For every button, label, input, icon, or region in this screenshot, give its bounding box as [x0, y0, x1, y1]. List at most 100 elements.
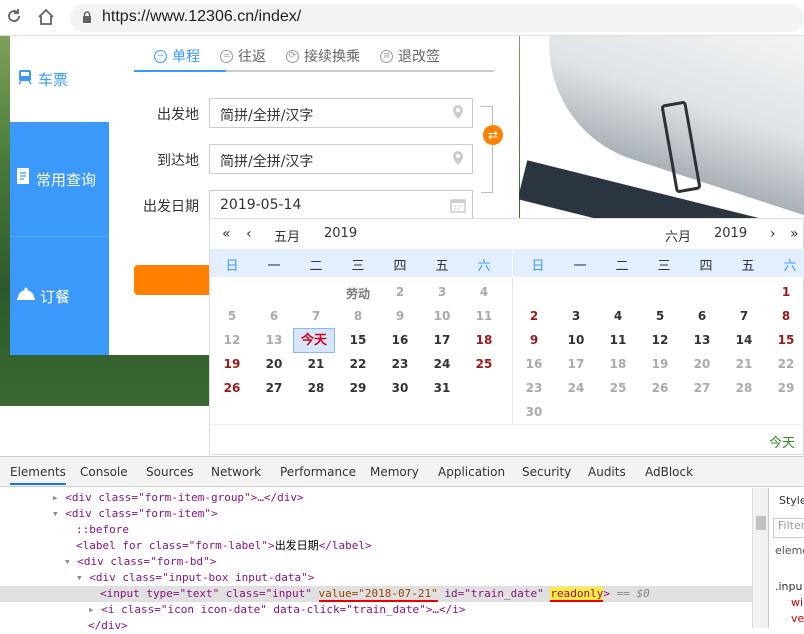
calendar-day[interactable]: 25 [597, 381, 639, 395]
calendar-day[interactable]: 8 [337, 309, 379, 323]
dom-node-selected[interactable]: <input type="text" class="input" value="… [0, 586, 752, 602]
calendar-day[interactable]: 31 [421, 381, 463, 395]
calendar-day[interactable]: 8 [765, 309, 804, 323]
home-icon[interactable] [36, 8, 56, 28]
swap-stations-icon[interactable]: ⇄ [483, 125, 503, 145]
calendar-day[interactable]: 30 [379, 381, 421, 395]
sidebar-item-meal[interactable]: 订餐 [10, 237, 109, 355]
sidebar-item-tickets[interactable]: 车票 [10, 36, 109, 122]
dom-node[interactable]: ▸ <i class="icon icon-date" data-click="… [88, 602, 804, 618]
calendar-day[interactable]: 9 [513, 333, 555, 347]
dom-node[interactable]: ▾ <div class="form-item"> [52, 506, 804, 522]
scroll-thumb[interactable] [756, 516, 766, 530]
calendar-day[interactable]: 3 [421, 285, 463, 299]
calendar-day[interactable]: 12 [211, 333, 253, 347]
today-link[interactable]: 今天 [769, 432, 795, 451]
tab-transfer[interactable]: ⟳ 接续换乘 [286, 44, 360, 68]
calendar-day[interactable]: 27 [681, 381, 723, 395]
calendar-day[interactable]: 22 [337, 357, 379, 371]
calendar-day[interactable]: 4 [463, 285, 505, 299]
calendar-day[interactable]: 13 [253, 333, 295, 347]
calendar-day[interactable]: 3 [555, 309, 597, 323]
calendar-day[interactable]: 21 [723, 357, 765, 371]
reload-icon[interactable] [4, 8, 24, 28]
styles-tab[interactable]: Style [779, 494, 804, 507]
calendar-day[interactable]: 6 [681, 309, 723, 323]
tab-adblock[interactable]: AdBlock [645, 465, 693, 479]
calendar-day[interactable]: 26 [211, 381, 253, 395]
calendar-day[interactable]: 1 [765, 285, 804, 299]
calendar-day[interactable]: 26 [639, 381, 681, 395]
to-station-input[interactable]: 简拼/全拼/汉字 [209, 144, 473, 174]
calendar-day[interactable]: 13 [681, 333, 723, 347]
tab-one-way[interactable]: − 单程 [154, 44, 200, 68]
dom-node[interactable]: ▾ <div class="input-box input-data"> [76, 570, 804, 586]
calendar-day[interactable]: 10 [421, 309, 463, 323]
calendar-day[interactable]: 5 [639, 309, 681, 323]
next-year-icon[interactable]: » [790, 226, 799, 242]
calendar-day[interactable]: 16 [379, 333, 421, 347]
calendar-day[interactable]: 15 [765, 333, 804, 347]
calendar-day[interactable]: 24 [555, 381, 597, 395]
calendar-day[interactable]: 10 [555, 333, 597, 347]
dom-tree-scrollbar[interactable] [752, 488, 768, 628]
calendar-day[interactable]: 21 [295, 357, 337, 371]
tab-refund-change[interactable]: ≡ 退改签 [380, 44, 440, 68]
calendar-today[interactable]: 今天 [293, 328, 335, 353]
calendar-day[interactable]: 18 [463, 333, 505, 347]
tab-security[interactable]: Security [522, 465, 571, 479]
from-station-input[interactable]: 简拼/全拼/汉字 [209, 98, 473, 128]
calendar-day[interactable]: 29 [765, 381, 804, 395]
calendar-day[interactable]: 19 [639, 357, 681, 371]
calendar-day[interactable]: 29 [337, 381, 379, 395]
tab-round-trip[interactable]: = 往返 [220, 44, 266, 68]
calendar-day[interactable]: 16 [513, 357, 555, 371]
tab-sources[interactable]: Sources [146, 465, 193, 479]
tab-application[interactable]: Application [438, 465, 505, 479]
dom-node[interactable]: ▸ <div class="form-item-group">…</div> [52, 490, 804, 506]
calendar-day[interactable]: 2 [513, 309, 555, 323]
calendar-day[interactable]: 11 [597, 333, 639, 347]
calendar-day[interactable]: 23 [513, 381, 555, 395]
prev-month-icon[interactable]: ‹ [246, 226, 252, 242]
calendar-holiday-label[interactable]: 劳动 [337, 285, 379, 302]
calendar-day[interactable]: 23 [379, 357, 421, 371]
dom-node[interactable]: </div> [88, 618, 804, 634]
prev-year-icon[interactable]: « [222, 226, 231, 242]
address-bar[interactable]: https://www.12306.cn/index/ [70, 4, 804, 32]
tab-network[interactable]: Network [211, 465, 261, 479]
calendar-day[interactable]: 28 [723, 381, 765, 395]
calendar-day[interactable]: 7 [723, 309, 765, 323]
calendar-day[interactable]: 11 [463, 309, 505, 323]
calendar-day[interactable]: 22 [765, 357, 804, 371]
calendar-day[interactable]: 17 [421, 333, 463, 347]
sidebar-item-common-query[interactable]: 常用查询 [10, 122, 109, 237]
calendar-day[interactable]: 27 [253, 381, 295, 395]
tab-audits[interactable]: Audits [588, 465, 626, 479]
next-month-icon[interactable]: › [770, 226, 776, 242]
departure-date-input[interactable]: 2019-05-14 [209, 190, 473, 220]
tab-console[interactable]: Console [80, 465, 128, 479]
calendar-day[interactable]: 30 [513, 405, 555, 419]
calendar-day[interactable]: 2 [379, 285, 421, 299]
calendar-day[interactable]: 24 [421, 357, 463, 371]
styles-filter-input[interactable]: Filter [773, 518, 804, 538]
calendar-day[interactable]: 25 [463, 357, 505, 371]
calendar-day[interactable]: 18 [597, 357, 639, 371]
dom-node[interactable]: ▾ <div class="form-bd"> [64, 554, 804, 570]
calendar-day[interactable]: 5 [211, 309, 253, 323]
calendar-day[interactable]: 12 [639, 333, 681, 347]
calendar-day[interactable]: 4 [597, 309, 639, 323]
calendar-day[interactable]: 17 [555, 357, 597, 371]
dom-node[interactable]: <label for class="form-label">出发日期</labe… [76, 538, 804, 554]
tab-memory[interactable]: Memory [370, 465, 419, 479]
calendar-day[interactable]: 20 [253, 357, 295, 371]
calendar-day[interactable]: 20 [681, 357, 723, 371]
calendar-day[interactable]: 19 [211, 357, 253, 371]
calendar-day[interactable]: 28 [295, 381, 337, 395]
calendar-day[interactable]: 9 [379, 309, 421, 323]
calendar-day[interactable]: 15 [337, 333, 379, 347]
calendar-day[interactable]: 7 [295, 309, 337, 323]
dom-node[interactable]: ::before [76, 522, 804, 538]
tab-performance[interactable]: Performance [280, 465, 356, 479]
